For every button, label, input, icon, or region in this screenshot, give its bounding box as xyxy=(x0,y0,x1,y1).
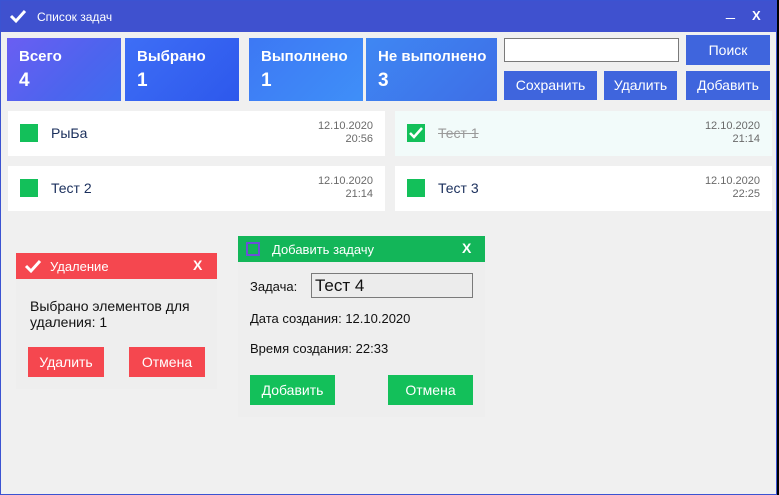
save-button[interactable]: Сохранить xyxy=(504,71,597,100)
stat-selected-label: Выбрано xyxy=(137,48,206,65)
confirm-add-button[interactable]: Добавить xyxy=(250,375,335,405)
cancel-add-button[interactable]: Отмена xyxy=(388,375,473,405)
task-checkbox-checked[interactable] xyxy=(407,124,425,142)
search-button[interactable]: Поиск xyxy=(686,35,770,65)
search-input[interactable] xyxy=(504,38,679,62)
close-button[interactable]: X xyxy=(752,8,761,23)
main-window: Список задач _ X Всего 4 Выбрано 1 Выпол… xyxy=(0,0,777,495)
add-button[interactable]: Добавить xyxy=(686,71,770,100)
task-name: Тест 1 xyxy=(438,125,479,141)
task-datetime: 12.10.2020 20:56 xyxy=(318,120,373,146)
cancel-delete-button[interactable]: Отмена xyxy=(129,347,205,377)
task-item[interactable]: Тест 2 12.10.2020 21:14 xyxy=(8,166,385,211)
task-time: 22:25 xyxy=(732,188,760,200)
task-name: РыБа xyxy=(51,125,88,141)
add-dialog-close-button[interactable]: X xyxy=(462,240,471,256)
task-checkbox[interactable] xyxy=(20,124,38,142)
stat-total-value: 4 xyxy=(19,70,30,91)
task-time: 21:14 xyxy=(732,133,760,145)
task-checkbox[interactable] xyxy=(407,179,425,197)
created-time-text: Время создания: 22:33 xyxy=(250,341,389,356)
task-date: 12.10.2020 xyxy=(704,120,760,132)
task-datetime: 12.10.2020 22:25 xyxy=(705,175,760,201)
task-checkbox[interactable] xyxy=(20,179,38,197)
delete-dialog-header: Удаление X xyxy=(16,253,217,279)
add-dialog-checkbox-icon xyxy=(246,242,260,256)
delete-dialog-close-button[interactable]: X xyxy=(193,257,202,273)
task-item[interactable]: Тест 3 12.10.2020 22:25 xyxy=(395,166,772,211)
delete-button[interactable]: Удалить xyxy=(604,71,677,100)
task-datetime: 12.10.2020 21:14 xyxy=(705,120,760,146)
task-datetime: 12.10.2020 21:14 xyxy=(318,175,373,201)
task-date: 12.10.2020 xyxy=(317,175,373,187)
check-icon xyxy=(409,127,423,139)
task-date: 12.10.2020 xyxy=(317,120,373,132)
stat-selected-value: 1 xyxy=(137,70,148,91)
add-task-dialog: Добавить задачу X Задача: Тест 4 Дата со… xyxy=(238,236,485,417)
stat-notdone-label: Не выполнено xyxy=(378,48,487,65)
task-item[interactable]: Тест 1 12.10.2020 21:14 xyxy=(395,111,772,156)
app-check-icon xyxy=(9,9,27,24)
delete-dialog-title: Удаление xyxy=(50,259,109,274)
delete-dialog-message: Выбрано элементов для удаления: 1 xyxy=(30,298,190,330)
stat-done-value: 1 xyxy=(261,70,272,91)
confirm-delete-button[interactable]: Удалить xyxy=(28,347,104,377)
delete-dialog: Удаление X Выбрано элементов для удалени… xyxy=(16,253,217,389)
stat-done-label: Выполнено xyxy=(261,48,348,65)
task-time: 21:14 xyxy=(345,188,373,200)
stat-done-card: Выполнено 1 xyxy=(249,38,363,101)
window-title: Список задач xyxy=(37,10,113,24)
task-name: Тест 3 xyxy=(438,180,479,196)
stat-notdone-value: 3 xyxy=(378,70,389,91)
task-field-label: Задача: xyxy=(250,279,298,294)
stat-total-label: Всего xyxy=(19,48,62,65)
add-dialog-title: Добавить задачу xyxy=(272,242,375,257)
minimize-button[interactable]: _ xyxy=(726,3,735,21)
task-name: Тест 2 xyxy=(51,180,92,196)
created-date-text: Дата создания: 12.10.2020 xyxy=(250,311,411,326)
stat-selected-card: Выбрано 1 xyxy=(125,38,239,101)
task-item[interactable]: РыБа 12.10.2020 20:56 xyxy=(8,111,385,156)
stat-notdone-card: Не выполнено 3 xyxy=(366,38,497,101)
title-bar: Список задач _ X xyxy=(1,1,776,32)
stat-total-card: Всего 4 xyxy=(7,38,121,101)
task-time: 20:56 xyxy=(345,133,373,145)
task-date: 12.10.2020 xyxy=(704,175,760,187)
add-dialog-header: Добавить задачу X xyxy=(238,236,485,262)
dialog-check-icon xyxy=(24,259,42,274)
task-name-input[interactable]: Тест 4 xyxy=(311,273,473,298)
